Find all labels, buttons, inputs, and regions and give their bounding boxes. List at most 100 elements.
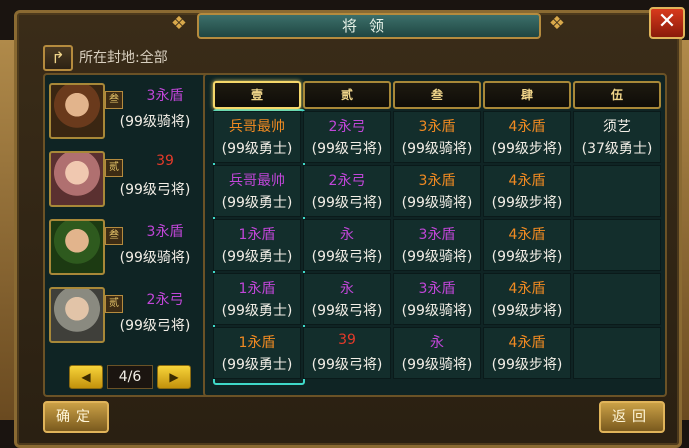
cell-level: (99级骑将) bbox=[401, 195, 473, 211]
cell-troop: 3永盾 bbox=[418, 119, 456, 135]
formation-cell[interactable] bbox=[573, 219, 661, 271]
general-troop: 3永盾 bbox=[146, 88, 184, 104]
general-troop: 39 bbox=[156, 153, 174, 169]
formation-cell[interactable] bbox=[573, 165, 661, 217]
formation-cell[interactable]: 永 (99级弓将) bbox=[303, 219, 391, 271]
rank-badge: 叁 bbox=[105, 227, 123, 245]
formation-cell[interactable]: 3永盾 (99级骑将) bbox=[393, 165, 481, 217]
rank-badge: 叁 bbox=[105, 91, 123, 109]
formation-cell[interactable]: 39 (99级弓将) bbox=[303, 327, 391, 379]
cell-troop: 4永盾 bbox=[508, 335, 546, 351]
cell-level: (37级勇士) bbox=[581, 141, 653, 157]
cell-level: (99级骑将) bbox=[401, 357, 473, 373]
rank-badge: 贰 bbox=[105, 159, 123, 177]
cell-troop: 2永弓 bbox=[328, 119, 366, 135]
cell-level: (99级步将) bbox=[491, 303, 563, 319]
title-ornament-left: ❖ bbox=[170, 13, 188, 34]
cell-troop: 4永盾 bbox=[508, 281, 546, 297]
column-header-5[interactable]: 伍 bbox=[573, 81, 661, 109]
cell-level: (99级勇士) bbox=[221, 249, 293, 265]
formation-cell[interactable] bbox=[573, 327, 661, 379]
formation-cell[interactable]: 4永盾 (99级步将) bbox=[483, 219, 571, 271]
formation-cell[interactable]: 1永盾 (99级勇士) bbox=[213, 219, 301, 271]
formation-cell[interactable]: 永 (99级弓将) bbox=[303, 273, 391, 325]
cell-level: (99级弓将) bbox=[311, 357, 383, 373]
general-portrait[interactable] bbox=[49, 219, 105, 275]
cell-level: (99级步将) bbox=[491, 249, 563, 265]
back-button[interactable]: 返回 bbox=[599, 401, 665, 433]
cell-troop: 2永弓 bbox=[328, 173, 366, 189]
cell-level: (99级勇士) bbox=[221, 141, 293, 157]
formation-cell[interactable]: 3永盾 (99级骑将) bbox=[393, 273, 481, 325]
confirm-button[interactable]: 确定 bbox=[43, 401, 109, 433]
cell-level: (99级步将) bbox=[491, 195, 563, 211]
cell-level: (99级弓将) bbox=[311, 141, 383, 157]
general-portrait[interactable] bbox=[49, 83, 105, 139]
cell-troop: 永 bbox=[340, 227, 354, 243]
formation-cell[interactable]: 3永盾 (99级骑将) bbox=[393, 111, 481, 163]
general-row[interactable]: 叁 3永盾 (99级骑将) bbox=[49, 217, 205, 279]
cell-level: (99级弓将) bbox=[311, 303, 383, 319]
cell-level: (99级勇士) bbox=[221, 303, 293, 319]
cell-level: (99级骑将) bbox=[401, 249, 473, 265]
column-header-2[interactable]: 贰 bbox=[303, 81, 391, 109]
formation-cell[interactable]: 4永盾 (99级步将) bbox=[483, 111, 571, 163]
general-row[interactable]: 贰 39 (99级弓将) bbox=[49, 149, 205, 211]
general-level: (99级骑将) bbox=[119, 114, 191, 130]
title-ornament-right: ❖ bbox=[548, 13, 566, 34]
formation-cell[interactable]: 2永弓 (99级弓将) bbox=[303, 165, 391, 217]
column-header-4[interactable]: 肆 bbox=[483, 81, 571, 109]
cell-level: (99级勇士) bbox=[221, 357, 293, 373]
left-frame-decoration bbox=[0, 40, 14, 420]
formation-cell[interactable]: 须艺 (37级勇士) bbox=[573, 111, 661, 163]
general-level: (99级弓将) bbox=[119, 318, 191, 334]
formation-cell[interactable]: 1永盾 (99级勇士) bbox=[213, 273, 301, 325]
close-button[interactable]: ✕ bbox=[649, 7, 685, 39]
column-header-3[interactable]: 叁 bbox=[393, 81, 481, 109]
cell-level: (99级步将) bbox=[491, 357, 563, 373]
formation-cell[interactable]: 4永盾 (99级步将) bbox=[483, 165, 571, 217]
fief-filter-label[interactable]: 所在封地:全部 bbox=[79, 47, 168, 67]
cell-level: (99级骑将) bbox=[401, 141, 473, 157]
cell-troop: 永 bbox=[340, 281, 354, 297]
page-indicator: 4/6 bbox=[107, 365, 153, 389]
cell-troop: 4永盾 bbox=[508, 227, 546, 243]
cell-level: (99级弓将) bbox=[311, 195, 383, 211]
cell-troop: 3永盾 bbox=[418, 227, 456, 243]
next-page-button[interactable]: ▶ bbox=[157, 365, 191, 389]
pagination: ◀ 4/6 ▶ bbox=[69, 365, 191, 389]
formation-cell[interactable]: 1永盾 (99级勇士) bbox=[213, 327, 301, 379]
cell-troop: 3永盾 bbox=[418, 173, 456, 189]
cell-level: (99级步将) bbox=[491, 141, 563, 157]
cell-troop: 4永盾 bbox=[508, 119, 546, 135]
formation-cell[interactable]: 永 (99级骑将) bbox=[393, 327, 481, 379]
formation-cell[interactable]: 3永盾 (99级骑将) bbox=[393, 219, 481, 271]
cell-troop: 须艺 bbox=[603, 119, 631, 135]
rank-badge: 贰 bbox=[105, 295, 123, 313]
general-portrait[interactable] bbox=[49, 151, 105, 207]
formation-cell[interactable]: 2永弓 (99级弓将) bbox=[303, 111, 391, 163]
cell-troop: 永 bbox=[430, 335, 444, 351]
formation-cell[interactable]: 兵哥最帅 (99级勇士) bbox=[213, 165, 301, 217]
formation-cell[interactable]: 4永盾 (99级步将) bbox=[483, 273, 571, 325]
cell-level: (99级骑将) bbox=[401, 303, 473, 319]
prev-page-button[interactable]: ◀ bbox=[69, 365, 103, 389]
general-portrait[interactable] bbox=[49, 287, 105, 343]
formation-cell[interactable]: 4永盾 (99级步将) bbox=[483, 327, 571, 379]
cell-level: (99级弓将) bbox=[311, 249, 383, 265]
cell-troop: 1永盾 bbox=[238, 335, 276, 351]
cell-troop: 39 bbox=[338, 332, 356, 348]
filter-toggle-icon[interactable]: ↱ bbox=[43, 45, 73, 71]
general-level: (99级弓将) bbox=[119, 182, 191, 198]
general-row[interactable]: 贰 2永弓 (99级弓将) bbox=[49, 285, 205, 347]
formation-cell[interactable] bbox=[573, 273, 661, 325]
column-header-1[interactable]: 壹 bbox=[213, 81, 301, 109]
formation-cell[interactable]: 兵哥最帅 (99级勇士) bbox=[213, 111, 301, 163]
window-title: 将领 bbox=[197, 13, 541, 39]
generals-window: ❖ 将领 ❖ ✕ ↱ 所在封地:全部 贰 2永弓 (99级弓将) 叁 3永盾 (99级骑将… bbox=[14, 7, 685, 448]
general-row[interactable]: 叁 3永盾 (99级骑将) bbox=[49, 81, 205, 143]
cell-troop: 兵哥最帅 bbox=[229, 119, 285, 135]
general-troop: 2永弓 bbox=[146, 292, 184, 308]
cell-troop: 3永盾 bbox=[418, 281, 456, 297]
cell-troop: 1永盾 bbox=[238, 227, 276, 243]
